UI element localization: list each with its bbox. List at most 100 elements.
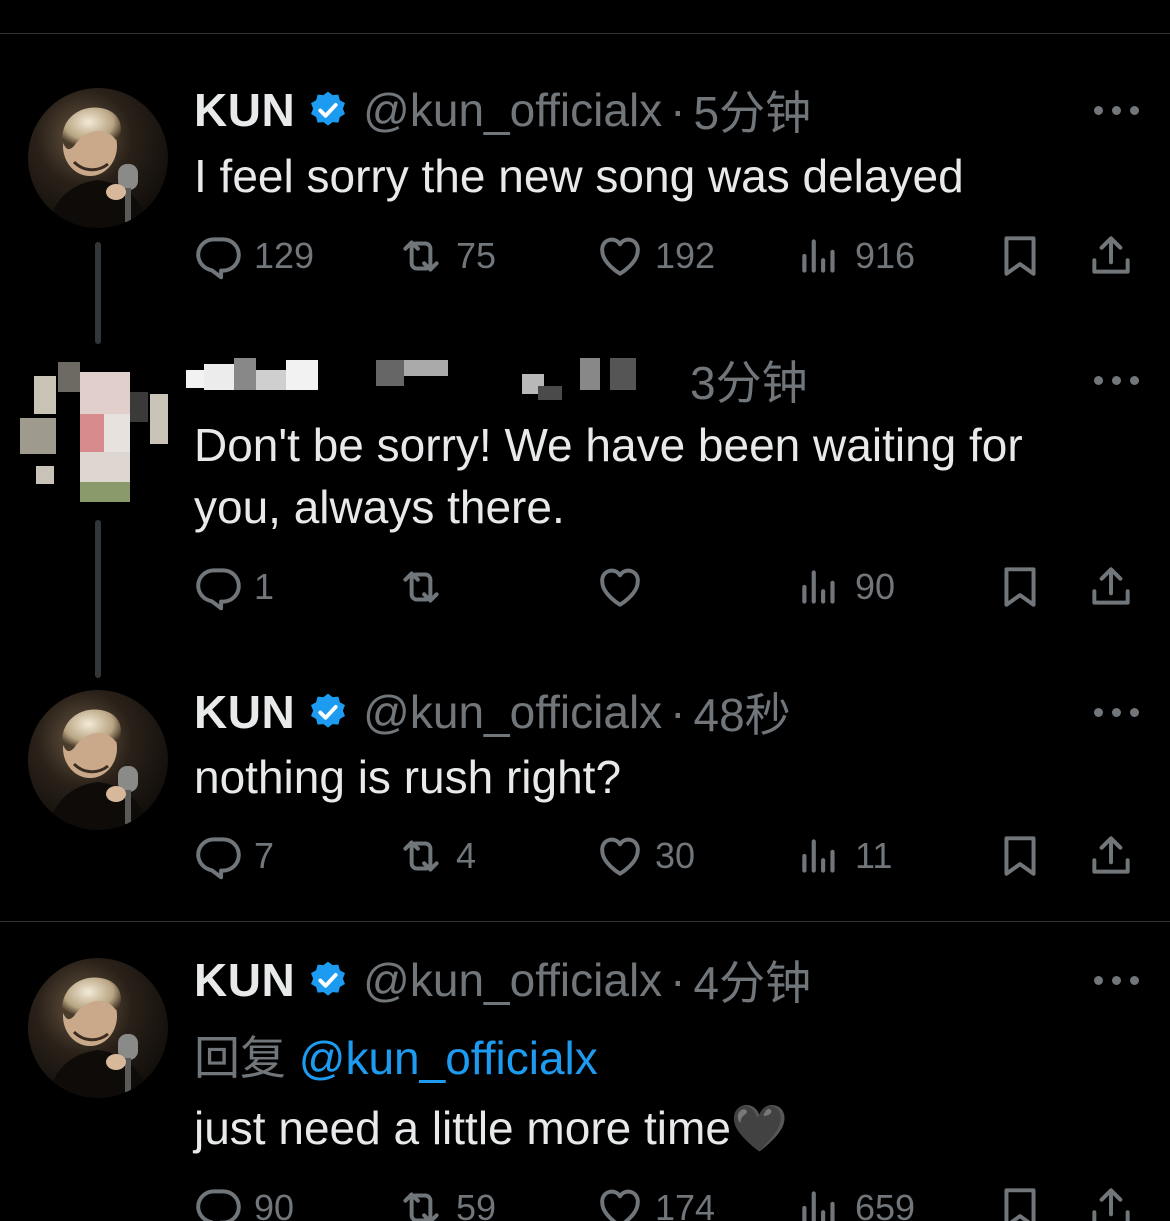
- more-icon[interactable]: [1094, 100, 1140, 120]
- separator: ·: [670, 84, 686, 136]
- views-button[interactable]: 90: [795, 559, 895, 615]
- tweet-header: KUN @kun_officialx · 4分钟: [194, 952, 811, 1009]
- reply-prefix: 回复: [194, 1032, 286, 1084]
- timestamp[interactable]: 4分钟: [694, 947, 812, 1013]
- avatar-pixelated[interactable]: [18, 362, 170, 504]
- heart-icon: [595, 231, 645, 281]
- views-count: 916: [855, 235, 916, 276]
- top-divider: [0, 33, 1170, 34]
- bookmark-button[interactable]: [995, 828, 1045, 884]
- retweet-button[interactable]: 4: [396, 828, 476, 884]
- username[interactable]: @kun_officialx: [363, 685, 662, 739]
- username[interactable]: @kun_officialx: [363, 953, 662, 1007]
- more-icon[interactable]: [1094, 702, 1140, 722]
- tweet-header: 3分钟: [690, 352, 808, 409]
- tweet-header: KUN @kun_officialx · 48秒: [194, 684, 791, 741]
- bookmark-icon: [995, 1183, 1045, 1221]
- display-name[interactable]: KUN: [194, 685, 295, 739]
- action-bar: 129 75 192 916: [0, 228, 1170, 284]
- reply-count: 129: [254, 235, 315, 276]
- more-icon[interactable]: [1094, 970, 1140, 990]
- views-button[interactable]: 11: [795, 828, 892, 884]
- heart-icon: [595, 562, 645, 612]
- views-button[interactable]: 659: [795, 1180, 915, 1221]
- avatar[interactable]: [28, 88, 168, 228]
- avatar[interactable]: [28, 690, 168, 830]
- retweet-icon: [396, 1183, 446, 1221]
- reply-count: 7: [254, 835, 275, 876]
- separator: ·: [670, 686, 686, 738]
- views-count: 90: [855, 566, 896, 607]
- timestamp[interactable]: 3分钟: [690, 347, 808, 413]
- views-icon: [795, 562, 845, 612]
- bookmark-button[interactable]: [995, 1180, 1045, 1221]
- like-button[interactable]: 192: [595, 228, 715, 284]
- username[interactable]: @kun_officialx: [363, 83, 662, 137]
- replying-to: 回复 @kun_officialx: [194, 1022, 598, 1088]
- retweet-count: 59: [456, 1187, 497, 1221]
- retweet-button[interactable]: 75: [396, 228, 496, 284]
- verified-badge-icon: [307, 691, 349, 733]
- separator: ·: [670, 954, 686, 1006]
- action-bar: 1 90: [0, 559, 1170, 615]
- retweet-count: 4: [456, 835, 477, 876]
- timestamp[interactable]: 5分钟: [694, 77, 812, 143]
- tweet-header: KUN @kun_officialx · 5分钟: [194, 82, 811, 139]
- reply-button[interactable]: 129: [194, 228, 314, 284]
- share-icon: [1086, 231, 1136, 281]
- avatar[interactable]: [28, 958, 168, 1098]
- views-button[interactable]: 916: [795, 228, 915, 284]
- reply-mention-link[interactable]: @kun_officialx: [299, 1032, 598, 1084]
- bookmark-icon: [995, 562, 1045, 612]
- heart-icon: [595, 1183, 645, 1221]
- reply-button[interactable]: 7: [194, 828, 274, 884]
- share-button[interactable]: [1086, 828, 1136, 884]
- timestamp[interactable]: 48秒: [694, 679, 791, 745]
- share-button[interactable]: [1086, 559, 1136, 615]
- display-name-pixelated[interactable]: [186, 352, 646, 408]
- retweet-button[interactable]: 59: [396, 1180, 496, 1221]
- section-divider: [0, 921, 1170, 922]
- verified-badge-icon: [307, 89, 349, 131]
- tweet-text: nothing is rush right?: [194, 751, 622, 803]
- views-count: 11: [855, 835, 893, 876]
- views-icon: [795, 831, 845, 881]
- retweet-count: 75: [456, 235, 497, 276]
- retweet-icon: [396, 231, 446, 281]
- tweet-text: I feel sorry the new song was delayed: [194, 150, 964, 202]
- share-icon: [1086, 562, 1136, 612]
- reply-button[interactable]: 90: [194, 1180, 294, 1221]
- action-bar: 90 59 174 659: [0, 1180, 1170, 1221]
- retweet-button[interactable]: [396, 559, 456, 615]
- share-icon: [1086, 831, 1136, 881]
- display-name[interactable]: KUN: [194, 83, 295, 137]
- reply-count: 1: [254, 566, 275, 607]
- more-icon[interactable]: [1094, 370, 1140, 390]
- reply-icon: [194, 831, 244, 881]
- share-button[interactable]: [1086, 1180, 1136, 1221]
- like-count: 174: [655, 1187, 716, 1221]
- views-count: 659: [855, 1187, 916, 1221]
- bookmark-button[interactable]: [995, 559, 1045, 615]
- views-icon: [795, 231, 845, 281]
- action-bar: 7 4 30 11: [0, 828, 1170, 884]
- share-button[interactable]: [1086, 228, 1136, 284]
- reply-button[interactable]: 1: [194, 559, 274, 615]
- like-button[interactable]: 174: [595, 1180, 715, 1221]
- like-button[interactable]: 30: [595, 828, 695, 884]
- retweet-icon: [396, 831, 446, 881]
- bookmark-icon: [995, 831, 1045, 881]
- reply-icon: [194, 562, 244, 612]
- display-name[interactable]: KUN: [194, 953, 295, 1007]
- reply-icon: [194, 231, 244, 281]
- reply-count: 90: [254, 1187, 295, 1221]
- share-icon: [1086, 1183, 1136, 1221]
- bookmark-button[interactable]: [995, 228, 1045, 284]
- reply-icon: [194, 1183, 244, 1221]
- heart-icon: [595, 831, 645, 881]
- like-count: 192: [655, 235, 716, 276]
- like-button[interactable]: [595, 559, 655, 615]
- views-icon: [795, 1183, 845, 1221]
- like-count: 30: [655, 835, 696, 876]
- verified-badge-icon: [307, 959, 349, 1001]
